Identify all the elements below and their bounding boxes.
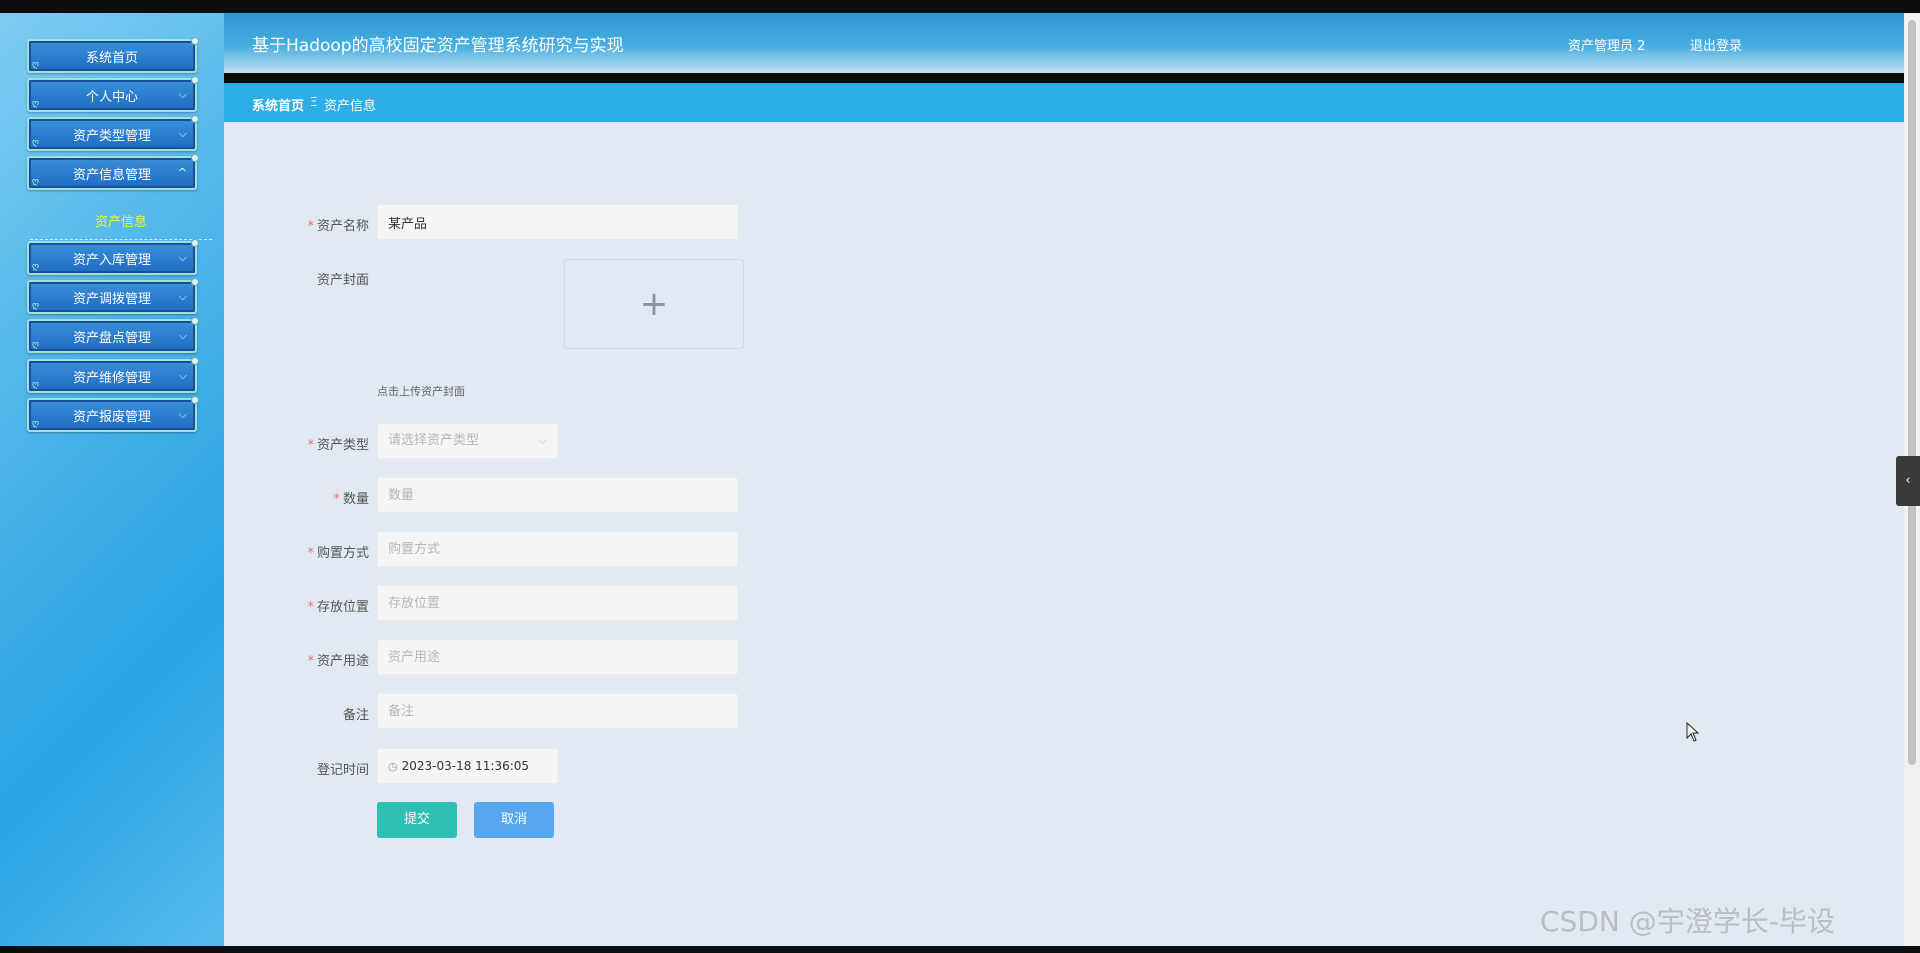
submit-button[interactable]: 提交 [377,802,457,838]
ornament-icon: ღ [32,99,40,109]
breadcrumb-home[interactable]: 系统首页 [252,95,304,114]
quantity-input[interactable] [377,477,738,513]
asset-usage-input[interactable] [377,639,738,675]
remark-input[interactable] [377,693,738,729]
required-mark: * [307,546,314,561]
watermark: CSDN @宇澄学长-毕设 [1540,905,1835,938]
asset-name-label: * 资产名称 [307,219,369,234]
ornament-icon: ღ [32,138,40,148]
app-title: 基于Hadoop的高校固定资产管理系统研究与实现 [252,36,624,56]
asset-name-input[interactable] [377,204,738,240]
ornament-icon: ღ [32,177,40,187]
sidebar-item-label: 系统首页 [85,50,138,66]
sidebar-item-personal-center[interactable]: ღ 个人中心 ⌵ [27,76,199,112]
chevron-up-icon: ^ [177,166,187,179]
sidebar-item-asset-repair[interactable]: ღ 资产维修管理 ⌵ [27,357,199,393]
mouse-cursor-icon [1686,722,1700,742]
required-mark: * [307,219,314,234]
chevron-down-icon: ⌵ [178,329,187,342]
dot-icon [191,239,199,247]
ornament-icon: ღ [32,380,40,390]
plus-icon: + [639,284,669,324]
sidebar-item-asset-transfer[interactable]: ღ 资产调拨管理 ⌵ [27,278,199,314]
chevron-down-icon: ⌵ [538,434,547,447]
dot-icon [191,357,199,365]
register-time-label: 登记时间 [316,763,369,778]
register-time-picker[interactable]: ◷ 2023-03-18 11:36:05 [377,748,558,784]
sidebar-item-label: 资产信息管理 [72,167,151,183]
sidebar-item-asset-inventory[interactable]: ღ 资产盘点管理 ⌵ [27,317,199,353]
ornament-icon: ღ [32,262,40,272]
storage-location-input[interactable] [377,585,738,621]
dot-icon [191,396,199,404]
breadcrumb: 系统首页 Ξ 资产信息 [224,83,1904,122]
collapse-tab[interactable]: ‹ [1896,456,1920,506]
asset-type-label: * 资产类型 [307,438,369,453]
breadcrumb-current: 资产信息 [324,99,377,114]
chevron-down-icon: ⌵ [178,127,187,140]
required-mark: * [307,654,314,669]
sidebar-subitem-asset-info[interactable]: 资产信息 [30,210,212,240]
cover-upload-button[interactable]: + [564,259,744,349]
dot-icon [191,37,199,45]
asset-usage-label: * 资产用途 [307,654,369,669]
sidebar-item-label: 资产入库管理 [72,252,151,268]
upload-tip: 点击上传资产封面 [377,385,465,398]
required-mark: * [307,600,314,615]
chevron-down-icon: ⌵ [178,88,187,101]
ornament-icon: ღ [32,60,40,70]
logout-link[interactable]: 退出登录 [1690,35,1742,54]
required-mark: * [333,492,340,507]
dot-icon [191,76,199,84]
top-black-border [0,0,1920,13]
ornament-icon: ღ [32,301,40,311]
sidebar-item-asset-scrap[interactable]: ღ 资产报废管理 ⌵ [27,396,199,432]
sidebar-item-label: 资产维修管理 [72,370,151,386]
bottom-black-border [0,946,1920,953]
dot-icon [191,154,199,162]
chevron-left-icon: ‹ [1905,473,1911,488]
ornament-icon: ღ [32,419,40,429]
sidebar-item-label: 资产类型管理 [72,128,151,144]
asset-type-select[interactable]: 请选择资产类型 ⌵ [377,423,558,459]
sidebar-item-label: 个人中心 [85,89,138,105]
asset-cover-label: 资产封面 [316,273,369,288]
sidebar-item-asset-type[interactable]: ღ 资产类型管理 ⌵ [27,115,199,151]
sidebar-item-asset-inbound[interactable]: ღ 资产入库管理 ⌵ [27,239,199,275]
select-placeholder: 请选择资产类型 [388,433,480,448]
current-user: 资产管理员 2 [1568,39,1646,54]
purchase-method-label: * 购置方式 [307,546,369,561]
chevron-down-icon: ⌵ [178,369,187,382]
header: 基于Hadoop的高校固定资产管理系统研究与实现 资产管理员 2 退出登录 [224,13,1904,73]
register-time-value: 2023-03-18 11:36:05 [401,759,530,773]
dot-icon [191,317,199,325]
chevron-down-icon: ⌵ [178,290,187,303]
sidebar: ღ 系统首页 ღ 个人中心 ⌵ ღ 资产类型管理 ⌵ ღ 资产信息管理 ^ 资产… [0,13,224,946]
dot-icon [191,278,199,286]
purchase-method-input[interactable] [377,531,738,567]
sidebar-item-label: 资产报废管理 [72,409,151,425]
breadcrumb-separator-icon: Ξ [310,95,318,109]
scrollbar-thumb[interactable] [1908,20,1916,765]
storage-location-label: * 存放位置 [307,600,369,615]
sidebar-item-label: 资产盘点管理 [72,330,151,346]
chevron-down-icon: ⌵ [178,251,187,264]
ornament-icon: ღ [32,340,40,350]
quantity-label: * 数量 [333,492,369,507]
required-mark: * [307,438,314,453]
dot-icon [191,115,199,123]
sidebar-item-label: 资产调拨管理 [72,291,151,307]
sidebar-item-asset-info[interactable]: ღ 资产信息管理 ^ [27,154,199,190]
clock-icon: ◷ [388,760,398,773]
remark-label: 备注 [342,708,369,723]
cancel-button[interactable]: 取消 [474,802,554,838]
chevron-down-icon: ⌵ [178,408,187,421]
sidebar-item-home[interactable]: ღ 系统首页 [27,37,199,73]
